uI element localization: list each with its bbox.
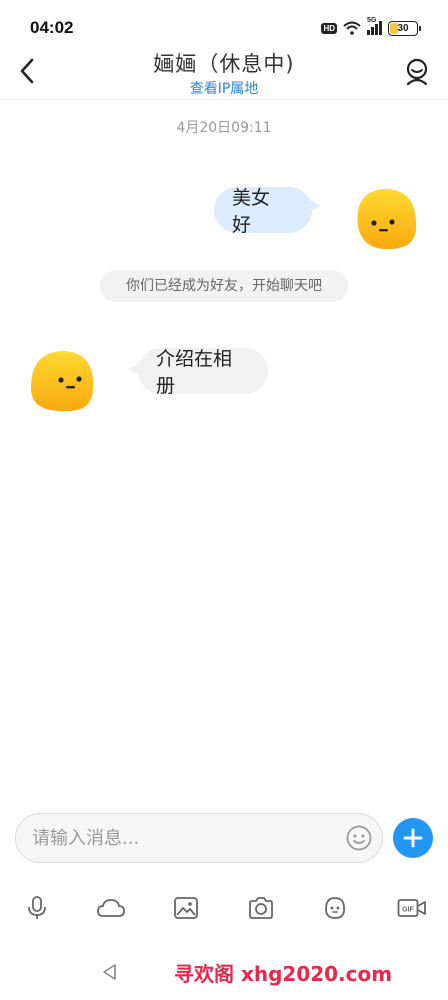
emoji-button[interactable]: [346, 825, 372, 851]
gallery-button[interactable]: [171, 893, 201, 923]
triangle-back-icon: [103, 964, 116, 980]
sticker-icon: [325, 897, 345, 919]
chat-timestamp: 4月20日09:11: [176, 120, 272, 136]
svg-text:GIF: GIF: [402, 907, 414, 914]
message-bubble-sent[interactable]: 美女 好: [214, 187, 321, 236]
my-avatar[interactable]: [350, 186, 420, 252]
yellow-blob-avatar-icon: [357, 189, 417, 250]
input-toolbar: GIF: [0, 893, 448, 927]
image-icon: [174, 897, 198, 919]
view-ip-location-link[interactable]: 查看IP属地: [0, 78, 448, 98]
watermark-text: 寻欢阁 xhg2020.com: [174, 962, 393, 986]
battery-level: 30: [397, 22, 409, 34]
plus-icon: [403, 828, 423, 848]
user-profile-icon: [406, 58, 428, 86]
hd-badge: HD: [321, 22, 337, 34]
gif-video-icon: GIF: [397, 899, 426, 917]
contact-avatar[interactable]: [27, 348, 97, 414]
message-bubble-received[interactable]: 介绍在相册: [128, 348, 268, 397]
gif-video-button[interactable]: GIF: [396, 893, 428, 923]
camera-button[interactable]: [246, 893, 276, 923]
system-back-button[interactable]: [100, 962, 120, 982]
microphone-icon: [28, 896, 46, 919]
battery-icon: 30: [388, 20, 421, 36]
yellow-blob-avatar-icon: [31, 351, 94, 412]
chat-header: 婳婳（休息中) 查看IP属地: [0, 44, 448, 100]
contact-name: 婳婳（休息中): [153, 52, 295, 76]
wifi-icon: [343, 21, 361, 35]
emoji-icon: [346, 825, 372, 851]
signal-label: 5G: [367, 17, 377, 24]
cloud-button[interactable]: [96, 893, 126, 923]
system-notice: 你们已经成为好友，开始聊天吧: [100, 270, 348, 302]
sticker-button[interactable]: [320, 893, 350, 923]
profile-button[interactable]: [402, 56, 432, 88]
voice-button[interactable]: [22, 893, 52, 923]
message-input[interactable]: [32, 814, 332, 862]
signal-icon: 5G: [367, 17, 382, 35]
camera-icon: [249, 897, 273, 919]
status-icons: HD 5G 30: [321, 17, 421, 37]
cloud-icon: [97, 899, 125, 917]
message-input-container: [15, 813, 383, 863]
status-time: 04:02: [30, 18, 74, 37]
more-actions-button[interactable]: [393, 818, 433, 858]
